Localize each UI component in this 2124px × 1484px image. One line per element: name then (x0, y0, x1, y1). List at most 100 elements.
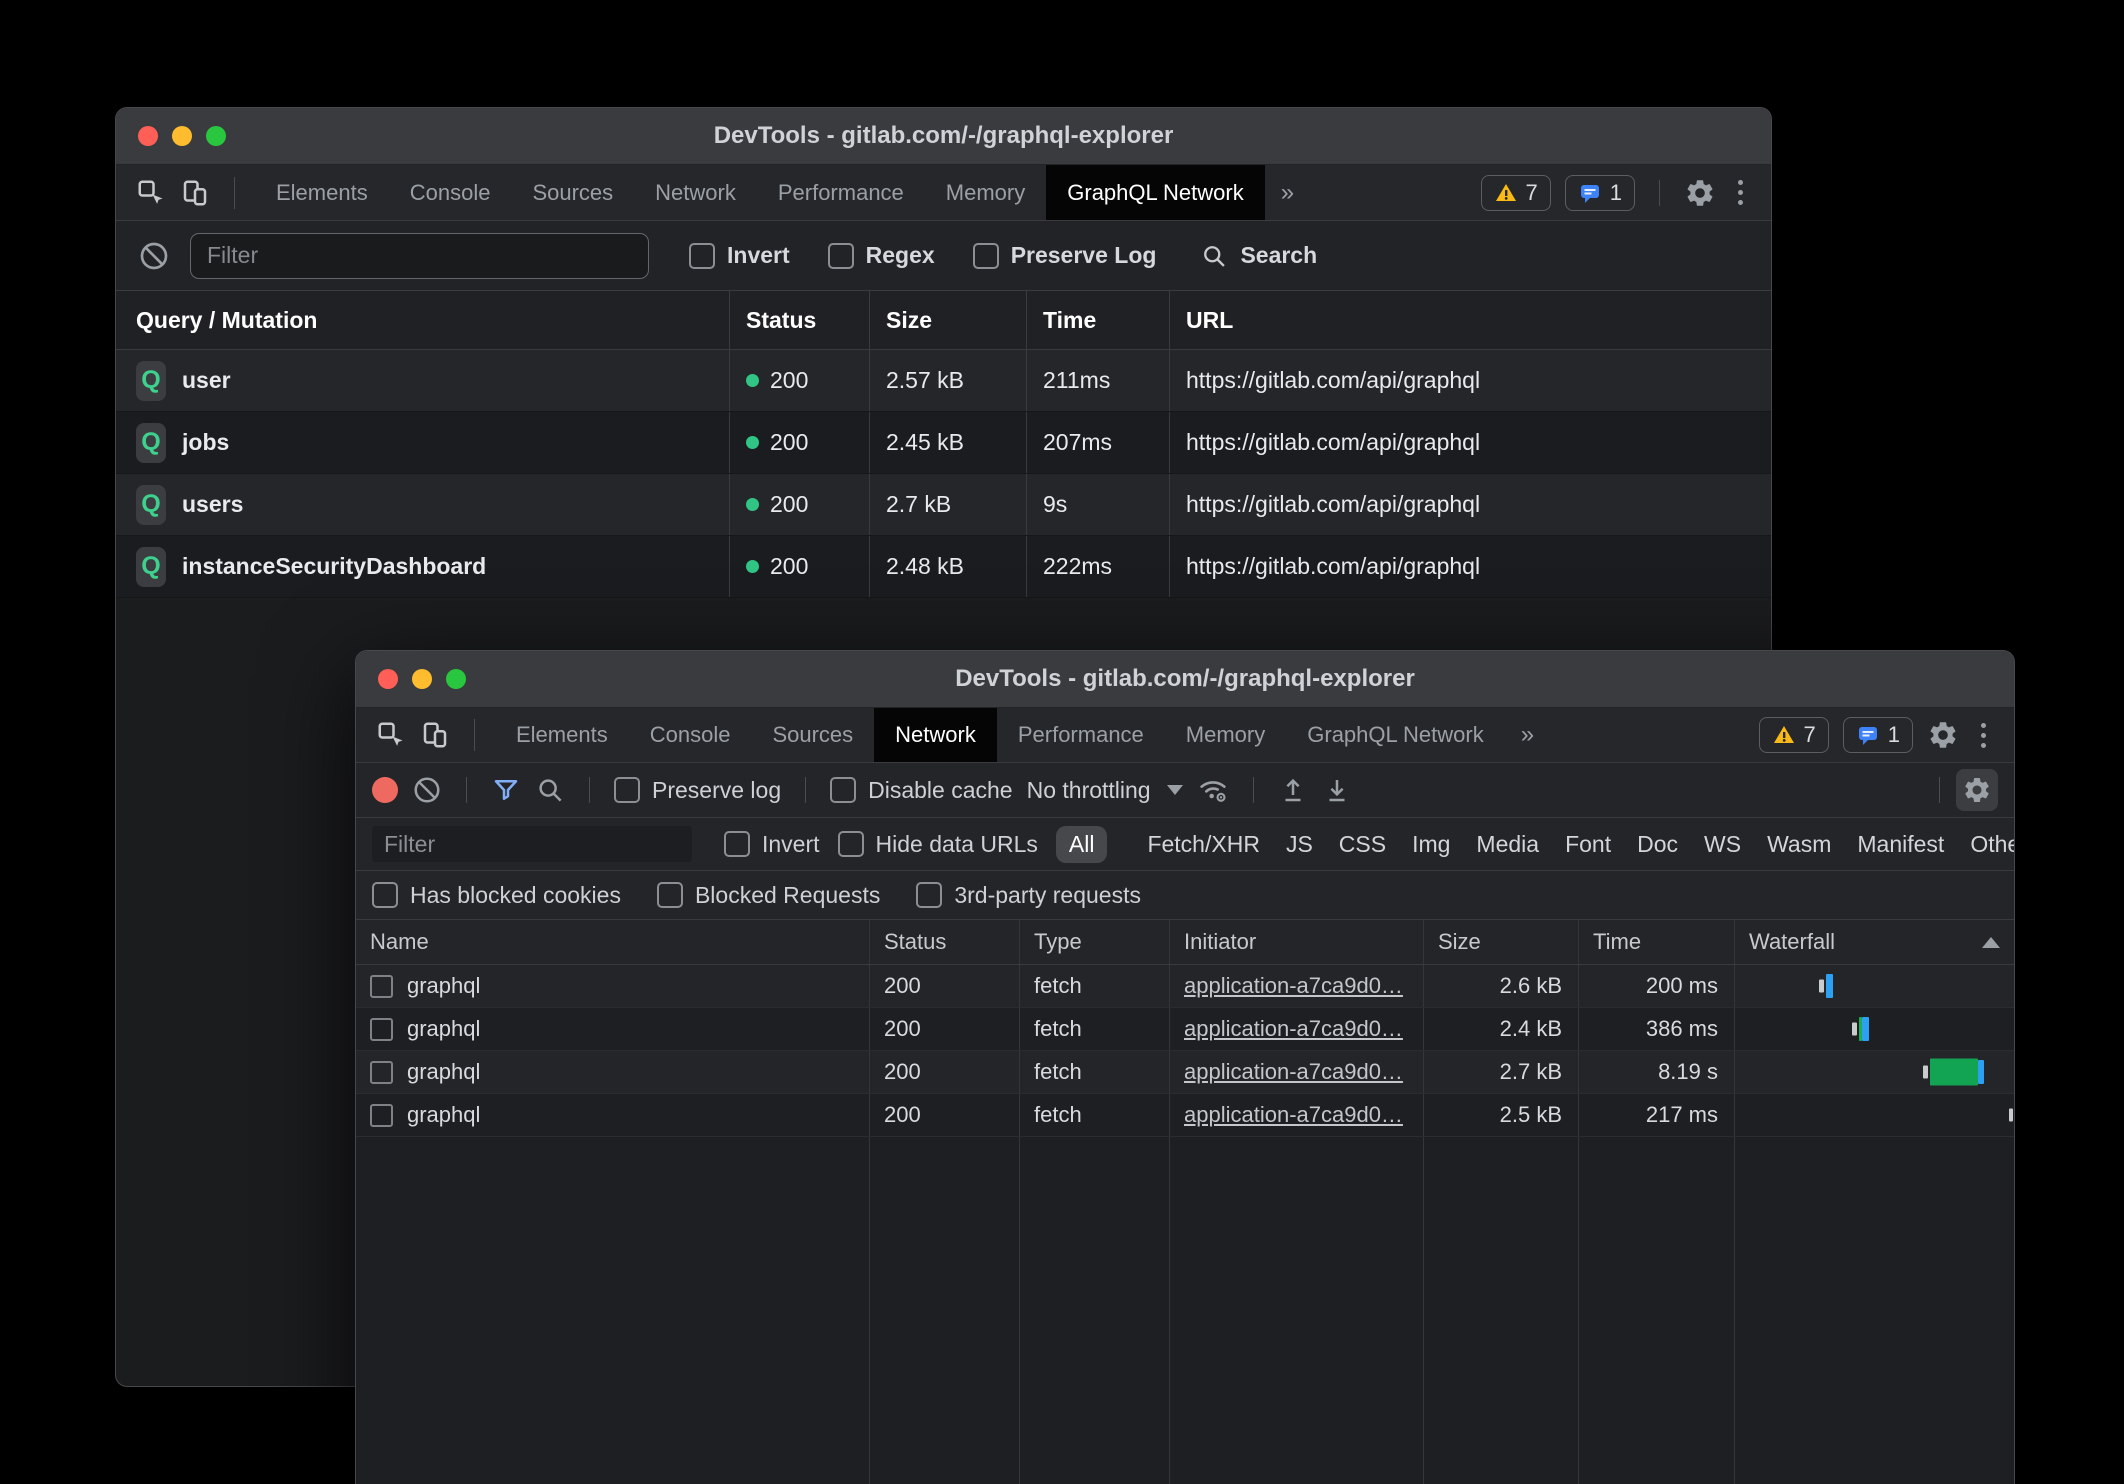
issues-badge[interactable]: 1 (1843, 717, 1913, 753)
initiator-link[interactable]: application-a7ca9d0… (1184, 1059, 1403, 1085)
column-header-time[interactable]: Time (1026, 291, 1169, 349)
tab-sources[interactable]: Sources (511, 165, 634, 220)
clear-icon[interactable] (412, 775, 442, 805)
kebab-menu-icon[interactable] (1730, 180, 1751, 205)
column-header-size[interactable]: Size (1423, 920, 1578, 964)
table-row[interactable]: Qjobs 200 2.45 kB 207ms https://gitlab.c… (116, 412, 1771, 474)
column-header-url[interactable]: URL (1169, 291, 1771, 349)
invert-checkbox-group[interactable]: Invert (724, 831, 820, 858)
row-checkbox[interactable] (370, 975, 393, 998)
filter-type-ws[interactable]: WS (1704, 831, 1741, 858)
import-har-icon[interactable] (1278, 775, 1308, 805)
titlebar[interactable]: DevTools - gitlab.com/-/graphql-explorer (116, 108, 1771, 165)
filter-type-fetch-xhr[interactable]: Fetch/XHR (1147, 831, 1259, 858)
blocked-requests-checkbox[interactable] (657, 882, 683, 908)
disable-cache-checkbox-group[interactable]: Disable cache (830, 777, 1012, 804)
row-checkbox[interactable] (370, 1104, 393, 1127)
column-header-waterfall[interactable]: Waterfall (1734, 920, 2014, 964)
column-header-type[interactable]: Type (1019, 920, 1169, 964)
column-header-status[interactable]: Status (729, 291, 869, 349)
tab-elements[interactable]: Elements (255, 165, 389, 220)
tab-memory[interactable]: Memory (1165, 708, 1286, 762)
invert-checkbox[interactable] (689, 243, 715, 269)
settings-gear-icon[interactable] (1927, 719, 1959, 751)
table-row[interactable]: graphql 200 fetch application-a7ca9d0… 2… (356, 1008, 2014, 1051)
column-header-size[interactable]: Size (869, 291, 1026, 349)
initiator-link[interactable]: application-a7ca9d0… (1184, 973, 1403, 999)
preserve-log-checkbox-group[interactable]: Preserve Log (973, 242, 1157, 269)
filter-type-all[interactable]: All (1056, 826, 1108, 863)
issues-badge[interactable]: 1 (1565, 175, 1635, 211)
more-tabs-button[interactable]: » (1505, 721, 1550, 749)
preserve-log-checkbox[interactable] (973, 243, 999, 269)
warnings-badge[interactable]: 7 (1481, 175, 1551, 211)
table-row[interactable]: graphql 200 fetch application-a7ca9d0… 2… (356, 965, 2014, 1008)
hide-data-urls-checkbox-group[interactable]: Hide data URLs (838, 831, 1038, 858)
device-toolbar-icon[interactable] (180, 178, 210, 208)
row-checkbox[interactable] (370, 1018, 393, 1041)
table-row[interactable]: Quser 200 2.57 kB 211ms https://gitlab.c… (116, 350, 1771, 412)
more-tabs-button[interactable]: » (1265, 179, 1310, 207)
table-row[interactable]: graphql 200 fetch application-a7ca9d0… 2… (356, 1051, 2014, 1094)
tab-memory[interactable]: Memory (925, 165, 1046, 220)
preserve-log-checkbox-group[interactable]: Preserve log (614, 777, 781, 804)
warnings-badge[interactable]: 7 (1759, 717, 1829, 753)
titlebar[interactable]: DevTools - gitlab.com/-/graphql-explorer (356, 651, 2014, 708)
network-settings-gear-icon[interactable] (1956, 769, 1998, 811)
filter-funnel-icon[interactable] (491, 775, 521, 805)
clear-icon[interactable] (138, 240, 170, 272)
settings-gear-icon[interactable] (1684, 177, 1716, 209)
filter-type-js[interactable]: JS (1286, 831, 1313, 858)
tab-graphql-network[interactable]: GraphQL Network (1046, 165, 1264, 220)
throttling-dropdown[interactable]: No throttling (1027, 777, 1183, 804)
tab-performance[interactable]: Performance (997, 708, 1165, 762)
device-toolbar-icon[interactable] (420, 720, 450, 750)
has-blocked-cookies-checkbox[interactable] (372, 882, 398, 908)
third-party-requests-checkbox[interactable] (916, 882, 942, 908)
table-row[interactable]: Qusers 200 2.7 kB 9s https://gitlab.com/… (116, 474, 1771, 536)
table-row[interactable]: QinstanceSecurityDashboard 200 2.48 kB 2… (116, 536, 1771, 598)
column-header-initiator[interactable]: Initiator (1169, 920, 1423, 964)
filter-type-font[interactable]: Font (1565, 831, 1611, 858)
search-button[interactable]: Search (1200, 242, 1317, 270)
disable-cache-checkbox[interactable] (830, 777, 856, 803)
tab-graphql-network[interactable]: GraphQL Network (1286, 708, 1504, 762)
column-header-status[interactable]: Status (869, 920, 1019, 964)
invert-checkbox-group[interactable]: Invert (689, 242, 790, 269)
inspect-element-icon[interactable] (376, 720, 406, 750)
invert-checkbox[interactable] (724, 831, 750, 857)
network-conditions-icon[interactable] (1197, 774, 1229, 806)
filter-type-other[interactable]: Other (1970, 831, 2015, 858)
initiator-link[interactable]: application-a7ca9d0… (1184, 1016, 1403, 1042)
filter-input[interactable] (372, 826, 692, 862)
filter-input[interactable] (190, 233, 649, 279)
record-button[interactable] (372, 777, 398, 803)
filter-type-doc[interactable]: Doc (1637, 831, 1678, 858)
tab-console[interactable]: Console (389, 165, 512, 220)
regex-checkbox-group[interactable]: Regex (828, 242, 935, 269)
export-har-icon[interactable] (1322, 775, 1352, 805)
tab-sources[interactable]: Sources (751, 708, 874, 762)
tab-network[interactable]: Network (874, 708, 997, 762)
filter-type-manifest[interactable]: Manifest (1857, 831, 1944, 858)
filter-type-css[interactable]: CSS (1339, 831, 1386, 858)
column-header-name[interactable]: Name (356, 920, 869, 964)
hide-data-urls-checkbox[interactable] (838, 831, 864, 857)
inspect-element-icon[interactable] (136, 178, 166, 208)
tab-elements[interactable]: Elements (495, 708, 629, 762)
row-checkbox[interactable] (370, 1061, 393, 1084)
regex-checkbox[interactable] (828, 243, 854, 269)
blocked-requests-checkbox-group[interactable]: Blocked Requests (657, 882, 880, 909)
search-icon[interactable] (535, 775, 565, 805)
initiator-link[interactable]: application-a7ca9d0… (1184, 1102, 1403, 1128)
preserve-log-checkbox[interactable] (614, 777, 640, 803)
third-party-requests-checkbox-group[interactable]: 3rd-party requests (916, 882, 1141, 909)
tab-console[interactable]: Console (629, 708, 752, 762)
table-row[interactable]: graphql 200 fetch application-a7ca9d0… 2… (356, 1094, 2014, 1137)
column-header-query-mutation[interactable]: Query / Mutation (116, 291, 729, 349)
has-blocked-cookies-checkbox-group[interactable]: Has blocked cookies (372, 882, 621, 909)
kebab-menu-icon[interactable] (1973, 723, 1994, 748)
tab-performance[interactable]: Performance (757, 165, 925, 220)
filter-type-media[interactable]: Media (1476, 831, 1539, 858)
tab-network[interactable]: Network (634, 165, 757, 220)
